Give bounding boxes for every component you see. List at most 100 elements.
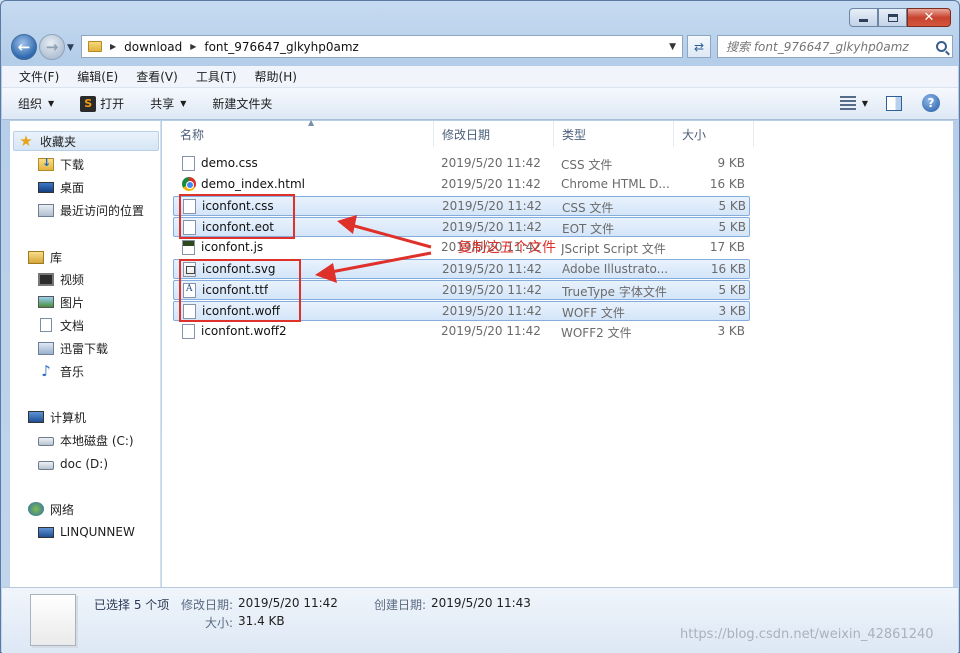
menu-file[interactable]: 文件(F) bbox=[10, 68, 68, 85]
desktop-icon bbox=[38, 181, 54, 193]
file-modified-date: 2019/5/20 11:42 bbox=[441, 177, 541, 191]
sort-ascending-icon: ▲ bbox=[308, 118, 315, 127]
file-size: 3 KB bbox=[718, 304, 746, 318]
document-library-icon bbox=[40, 318, 52, 332]
file-icon bbox=[182, 324, 195, 339]
address-bar[interactable]: ▶ download ▶ font_976647_glkyhp0amz ▼ bbox=[81, 35, 683, 58]
nav-drive-d[interactable]: doc (D:) bbox=[38, 454, 108, 474]
minimize-button[interactable] bbox=[849, 8, 878, 27]
address-dropdown-icon[interactable]: ▼ bbox=[669, 42, 676, 52]
new-folder-button[interactable]: 新建文件夹 bbox=[212, 95, 272, 112]
nav-documents[interactable]: 文档 bbox=[38, 315, 84, 335]
column-header-date[interactable]: 修改日期 bbox=[434, 121, 554, 147]
search-input[interactable] bbox=[726, 39, 926, 54]
annotation-highlight-box bbox=[179, 194, 295, 239]
breadcrumb-separator-icon[interactable]: ▶ bbox=[110, 42, 116, 51]
close-icon: ✕ bbox=[923, 10, 935, 25]
menu-help[interactable]: 帮助(H) bbox=[246, 68, 306, 85]
network-computer-icon bbox=[38, 526, 54, 538]
column-header-type[interactable]: 类型 bbox=[554, 121, 674, 147]
file-row[interactable]: iconfont.woff2 2019/5/20 11:42 WOFF2 文件 3 K… bbox=[173, 322, 750, 342]
nav-computer[interactable]: 计算机 bbox=[28, 407, 86, 427]
file-size: 3 KB bbox=[717, 324, 745, 338]
file-modified-date: 2019/5/20 11:42 bbox=[441, 324, 541, 338]
refresh-button[interactable]: ⇄ bbox=[687, 35, 711, 58]
nav-favorites[interactable]: ★ 收藏夹 bbox=[13, 131, 159, 151]
file-row[interactable]: demo.css 2019/5/20 11:42 CSS 文件 9 KB bbox=[173, 154, 750, 174]
picture-library-icon bbox=[38, 296, 54, 308]
column-label: 名称 bbox=[180, 127, 205, 142]
nav-label: 文档 bbox=[60, 318, 85, 333]
details-pane: 已选择 5 个项 修改日期: 2019/5/20 11:42 创建日期: 201… bbox=[2, 587, 958, 653]
video-library-icon bbox=[38, 272, 54, 286]
nav-pictures[interactable]: 图片 bbox=[38, 292, 84, 312]
nav-downloads[interactable]: 下载 bbox=[38, 154, 84, 174]
nav-label: 最近访问的位置 bbox=[60, 203, 145, 218]
search-box[interactable] bbox=[717, 35, 953, 58]
maximize-icon bbox=[887, 13, 898, 22]
view-dropdown-icon[interactable]: ▼ bbox=[862, 99, 868, 108]
forward-button[interactable]: → bbox=[39, 34, 65, 60]
view-options-icon[interactable] bbox=[839, 96, 856, 110]
share-button[interactable]: 共享 ▼ bbox=[150, 95, 186, 112]
star-icon: ★ bbox=[19, 132, 33, 150]
menu-edit[interactable]: 编辑(E) bbox=[68, 68, 127, 85]
nav-label: 收藏夹 bbox=[40, 134, 77, 149]
music-note-icon: ♪ bbox=[41, 362, 51, 380]
computer-icon bbox=[28, 411, 44, 423]
preview-pane-icon[interactable] bbox=[886, 95, 902, 111]
menu-view[interactable]: 查看(V) bbox=[127, 68, 187, 85]
column-header-size[interactable]: 大小 bbox=[674, 121, 754, 147]
nav-libraries[interactable]: 库 bbox=[28, 247, 62, 267]
column-header-name[interactable]: 名称 ▲ bbox=[172, 118, 434, 147]
open-label: 打开 bbox=[100, 97, 125, 111]
file-type: CSS 文件 bbox=[562, 201, 614, 215]
menu-tools[interactable]: 工具(T) bbox=[187, 68, 246, 85]
file-type: Chrome HTML D... bbox=[561, 177, 670, 191]
nav-network-computer[interactable]: LINQUNNEW bbox=[38, 522, 135, 542]
share-label: 共享 bbox=[150, 97, 175, 111]
nav-videos[interactable]: 视频 bbox=[38, 269, 84, 289]
nav-desktop[interactable]: 桌面 bbox=[38, 177, 84, 197]
organize-label: 组织 bbox=[18, 97, 43, 111]
nav-music[interactable]: ♪ 音乐 bbox=[38, 361, 84, 381]
maximize-button[interactable] bbox=[878, 8, 907, 27]
sublime-text-icon: S bbox=[80, 95, 97, 112]
nav-label: 下载 bbox=[60, 157, 85, 172]
nav-label: 库 bbox=[50, 250, 63, 265]
file-list-pane: 名称 ▲ 修改日期 类型 大小 demo.css 2019/5/20 11:42 CS… bbox=[162, 118, 953, 587]
file-modified-date: 2019/5/20 11:42 bbox=[442, 304, 542, 318]
recent-pages-dropdown[interactable]: ▼ bbox=[67, 43, 74, 53]
back-button[interactable]: ← bbox=[11, 34, 37, 60]
help-icon[interactable]: ? bbox=[922, 94, 940, 112]
breadcrumb-current-folder[interactable]: font_976647_glkyhp0amz bbox=[204, 40, 358, 54]
library-icon bbox=[28, 250, 44, 264]
nav-label: 视频 bbox=[60, 272, 85, 287]
nav-network[interactable]: 网络 bbox=[28, 499, 74, 519]
nav-thunder-downloads[interactable]: 迅雷下载 bbox=[38, 338, 108, 358]
file-size: 5 KB bbox=[718, 199, 746, 213]
created-date-label: 创建日期: bbox=[374, 598, 427, 612]
watermark-text: https://blog.csdn.net/weixin_42861240 bbox=[680, 627, 934, 642]
recent-places-icon bbox=[38, 203, 54, 217]
search-icon[interactable] bbox=[936, 41, 947, 52]
file-row[interactable]: demo_index.html 2019/5/20 11:42 Chrome HTM… bbox=[173, 175, 750, 195]
file-size: 5 KB bbox=[718, 220, 746, 234]
file-size: 16 KB bbox=[710, 262, 746, 276]
file-type: Adobe Illustrato... bbox=[562, 262, 669, 276]
size-value: 31.4 KB bbox=[238, 614, 285, 628]
breadcrumb-separator-icon[interactable]: ▶ bbox=[190, 42, 196, 51]
organize-button[interactable]: 组织 ▼ bbox=[18, 95, 54, 112]
size-label: 大小: bbox=[205, 616, 234, 630]
open-button[interactable]: S 打开 bbox=[80, 95, 124, 112]
file-size: 5 KB bbox=[718, 283, 746, 297]
file-type: TrueType 字体文件 bbox=[562, 285, 667, 299]
nav-drive-c[interactable]: 本地磁盘 (C:) bbox=[38, 430, 134, 450]
file-modified-date: 2019/5/20 11:42 bbox=[442, 199, 542, 213]
close-button[interactable]: ✕ bbox=[907, 8, 951, 27]
chevron-down-icon: ▼ bbox=[48, 99, 55, 108]
breadcrumb-download[interactable]: download bbox=[124, 40, 182, 54]
nav-recent-places[interactable]: 最近访问的位置 bbox=[38, 200, 144, 220]
nav-label: 网络 bbox=[50, 502, 75, 517]
refresh-icon: ⇄ bbox=[693, 39, 705, 54]
